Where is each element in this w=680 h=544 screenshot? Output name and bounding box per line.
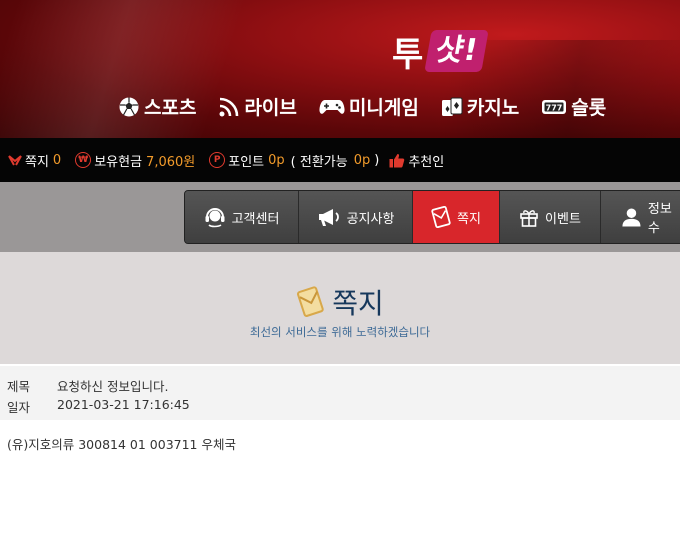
- messages-count: 0: [52, 152, 62, 168]
- message-meta: 제목 요청하신 정보입니다. 일자 2021-03-21 17:16:45: [0, 366, 680, 420]
- point-info[interactable]: P 포인트 0p ( 전환가능 0p ): [209, 151, 381, 170]
- nav-label: 미니게임: [348, 97, 419, 119]
- nav-item-slot[interactable]: 777 슬롯: [541, 93, 606, 120]
- balance-info: ₩ 보유현금 7,060원: [75, 151, 195, 170]
- nav-item-sports[interactable]: 스포츠: [118, 93, 196, 120]
- point-icon: P: [209, 152, 226, 168]
- won-icon: ₩: [75, 152, 92, 168]
- site-header: 투 샷! 스포츠 라이브 미니게임 카지노 777 슬롯: [0, 0, 680, 138]
- point-value: 0p: [268, 152, 285, 168]
- logo-text-badge: 샷!: [424, 30, 490, 72]
- live-signal-icon: [219, 97, 239, 116]
- site-logo[interactable]: 투 샷!: [392, 28, 490, 75]
- date-label: 일자: [7, 400, 31, 415]
- message-icon: [8, 155, 22, 166]
- messages-label: 쪽지: [25, 154, 49, 170]
- main-nav: 스포츠 라이브 미니게임 카지노 777 슬롯: [118, 93, 628, 120]
- nav-item-casino[interactable]: 카지노: [441, 93, 519, 120]
- headset-icon: [205, 208, 225, 228]
- date-row: 일자 2021-03-21 17:16:45: [7, 397, 190, 416]
- point-label: 포인트: [228, 154, 265, 170]
- user-info-bar: 쪽지 0 ₩ 보유현금 7,060원 P 포인트 0p ( 전환가능 0p ) …: [0, 138, 680, 182]
- message-body: (유)지호의류 300814 01 003711 우체국: [7, 437, 236, 452]
- nav-label: 슬롯: [571, 97, 607, 119]
- subnav-label: 정보수: [647, 202, 672, 236]
- convertible-label: ( 전환가능: [290, 154, 348, 170]
- subnav-messages[interactable]: 쪽지: [413, 191, 500, 243]
- page-title-area: 쪽지 최선의 서비스를 위해 노력하겠습니다: [0, 252, 680, 364]
- subnav-label: 쪽지: [457, 211, 481, 227]
- message-icon: [431, 206, 451, 228]
- thumbs-up-icon: [389, 153, 405, 167]
- convertible-close: ): [374, 152, 380, 168]
- messages-info[interactable]: 쪽지 0: [8, 151, 61, 170]
- subject-row: 제목 요청하신 정보입니다.: [7, 376, 168, 395]
- gift-icon: [520, 210, 538, 227]
- subnav-my-info[interactable]: 정보수: [601, 191, 680, 243]
- page-subtitle: 최선의 서비스를 위해 노력하겠습니다: [249, 325, 431, 339]
- subnav-label: 공지사항: [346, 211, 395, 227]
- message-icon: [297, 286, 324, 317]
- slot-777-icon: 777: [542, 99, 567, 114]
- subnav-event[interactable]: 이벤트: [500, 191, 601, 243]
- nav-label: 카지노: [466, 97, 520, 119]
- subject-label: 제목: [7, 379, 31, 394]
- megaphone-icon: [318, 209, 339, 226]
- subnav-label: 고객센터: [231, 211, 280, 227]
- nav-label: 라이브: [244, 97, 297, 119]
- subnav-notice[interactable]: 공지사항: [299, 191, 413, 243]
- logo-text-primary: 투: [392, 34, 423, 75]
- nav-label: 스포츠: [144, 97, 197, 119]
- gamepad-icon: [319, 99, 345, 114]
- page-title-text: 쪽지: [332, 287, 384, 320]
- user-icon: [622, 208, 641, 227]
- soccer-ball-icon: [119, 97, 139, 116]
- cards-icon: [441, 97, 463, 116]
- subject-value: 요청하신 정보입니다.: [57, 379, 169, 394]
- nav-item-live[interactable]: 라이브: [218, 93, 297, 120]
- subnav-customer-center[interactable]: 고객센터: [185, 191, 299, 243]
- convertible-value: 0p: [353, 152, 371, 168]
- nav-item-minigame[interactable]: 미니게임: [319, 93, 419, 120]
- balance-value: 7,060원: [146, 154, 196, 170]
- sub-nav: 고객센터 공지사항 쪽지 이벤트 정보수: [184, 190, 680, 244]
- svg-text:777: 777: [546, 103, 563, 112]
- recommend-info[interactable]: 추천인: [389, 151, 444, 170]
- subnav-label: 이벤트: [545, 211, 581, 227]
- recommend-label: 추천인: [408, 154, 445, 170]
- date-value: 2021-03-21 17:16:45: [57, 397, 190, 412]
- page-title: 쪽지: [0, 282, 680, 322]
- balance-label: 보유현금: [94, 154, 143, 170]
